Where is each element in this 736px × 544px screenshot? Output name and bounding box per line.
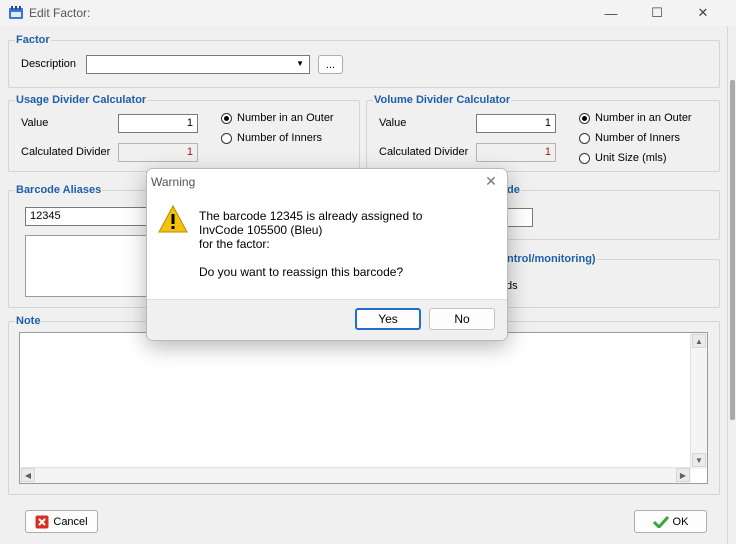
title-bar: Edit Factor: — ☐ ✕ — [0, 0, 736, 26]
minimize-icon: — — [604, 5, 618, 21]
ok-button[interactable]: OK — [634, 510, 707, 533]
cancel-label: Cancel — [53, 515, 88, 528]
window-scrollbar[interactable] — [730, 80, 735, 420]
volume-radio-outer[interactable] — [579, 113, 590, 124]
description-browse-button[interactable]: ... — [318, 55, 343, 74]
note-group-title: Note — [15, 315, 42, 327]
cancel-button[interactable]: Cancel — [25, 510, 98, 533]
dialog-title: Warning — [151, 175, 196, 189]
chevron-down-icon[interactable]: ▼ — [296, 59, 304, 68]
note-hscroll[interactable] — [20, 467, 691, 483]
usage-radio-inners-label[interactable]: Number of Inners — [237, 132, 322, 144]
volume-group-title: Volume Divider Calculator — [373, 94, 512, 106]
scroll-left-icon[interactable]: ◀ — [21, 468, 35, 482]
close-button[interactable]: ✕ — [680, 0, 726, 26]
note-textarea[interactable]: ▲ ▼ ◀ ▶ — [19, 332, 708, 484]
checkmark-icon — [652, 515, 669, 528]
dialog-footer: Yes No — [147, 299, 507, 340]
dialog-question: Do you want to reassign this barcode? — [199, 265, 404, 279]
volume-calc-label: Calculated Divider — [379, 146, 469, 158]
dialog-title-bar — [147, 169, 507, 195]
dialog-message-line3: for the factor: — [199, 237, 270, 251]
barcode-input[interactable]: 12345 — [25, 207, 155, 226]
volume-value-label: Value — [379, 117, 407, 129]
app-icon — [9, 6, 23, 19]
right-lower-group — [498, 259, 720, 308]
ok-label: OK — [672, 515, 689, 528]
maximize-icon: ☐ — [651, 5, 663, 20]
volume-value-input[interactable]: 1 — [476, 114, 556, 133]
right-upper-group-title: de — [506, 184, 521, 196]
usage-value-label: Value — [21, 117, 49, 129]
usage-calc-label: Calculated Divider — [21, 146, 111, 158]
dialog-message: The barcode 12345 is already assigned to… — [199, 209, 422, 279]
close-icon: ✕ — [485, 172, 497, 189]
volume-radio-inners-label[interactable]: Number of Inners — [595, 132, 680, 144]
factor-group-title: Factor — [15, 34, 51, 46]
scroll-up-icon[interactable]: ▲ — [692, 334, 706, 348]
description-combobox[interactable]: ▼ — [86, 55, 310, 74]
usage-group-title: Usage Divider Calculator — [15, 94, 148, 106]
right-lower-group-title: ntrol/monitoring) — [506, 253, 597, 265]
close-icon: ✕ — [697, 5, 709, 20]
dialog-message-line2: InvCode 105500 (Bleu) — [199, 223, 323, 237]
no-button[interactable]: No — [429, 308, 495, 330]
volume-radio-unit-size[interactable] — [579, 153, 590, 164]
scroll-down-icon[interactable]: ▼ — [692, 453, 706, 467]
usage-radio-outer[interactable] — [221, 113, 232, 124]
warning-icon — [158, 205, 188, 233]
usage-radio-outer-label[interactable]: Number in an Outer — [237, 112, 334, 124]
note-vscroll[interactable] — [690, 333, 707, 469]
volume-calc-field: 1 — [476, 143, 556, 162]
dialog-message-line1: The barcode 12345 is already assigned to — [199, 209, 423, 223]
usage-value-input[interactable]: 1 — [118, 114, 198, 133]
barcode-list[interactable] — [25, 235, 155, 297]
dialog-close-button[interactable]: ✕ — [481, 171, 501, 191]
cancel-icon — [35, 515, 49, 528]
description-label: Description — [21, 58, 77, 70]
volume-radio-outer-label[interactable]: Number in an Outer — [595, 112, 692, 124]
warning-dialog: Warning ✕ The barcode 12345 is already a… — [146, 168, 508, 341]
barcode-group-title: Barcode Aliases — [15, 184, 103, 196]
usage-calc-field: 1 — [118, 143, 198, 162]
yes-button[interactable]: Yes — [355, 308, 421, 330]
volume-radio-inners[interactable] — [579, 133, 590, 144]
window-title: Edit Factor: — [29, 6, 91, 20]
usage-radio-inners[interactable] — [221, 133, 232, 144]
right-upper-input[interactable] — [506, 208, 533, 227]
maximize-button[interactable]: ☐ — [634, 0, 680, 26]
minimize-button[interactable]: — — [588, 0, 634, 26]
volume-radio-unit-size-label[interactable]: Unit Size (mls) — [595, 152, 667, 164]
scroll-right-icon[interactable]: ▶ — [676, 468, 690, 482]
